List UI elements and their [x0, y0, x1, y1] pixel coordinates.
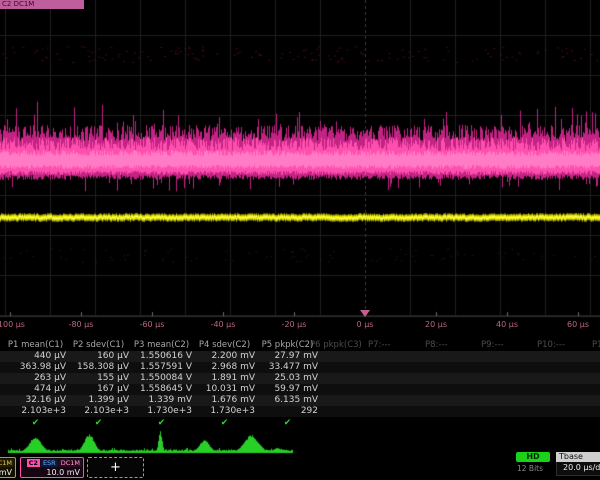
measurement-value: 155 µV: [68, 373, 129, 384]
measurement-value: 1.730e+3: [194, 406, 255, 417]
measurement-value: 6.135 mV: [257, 395, 318, 406]
measurement-value: 33.477 mV: [257, 362, 318, 373]
measurement-header-empty[interactable]: P10:---: [537, 340, 565, 351]
measurement-value: 1.676 mV: [194, 395, 255, 406]
c1-coupling-tag: DC1M: [0, 459, 14, 467]
measurement-value: 2.200 mV: [194, 351, 255, 362]
measurement-header-empty[interactable]: P11: [592, 340, 600, 351]
measurement-status-check: ✔: [194, 417, 255, 429]
c2-esr-tag: ESR: [41, 459, 58, 467]
measurement-value: 440 µV: [5, 351, 66, 362]
timebase-value: 20.0 µs/div: [556, 462, 600, 476]
measurement-status-check: ✔: [257, 417, 318, 429]
measurement-value: 2.103e+3: [68, 406, 129, 417]
measurement-value: 1.557591 V: [131, 362, 192, 373]
measurement-status-check: ✔: [68, 417, 129, 429]
measurement-value: 363.98 µV: [5, 362, 66, 373]
trace-annotation-badge[interactable]: C2 DC1M: [0, 0, 84, 9]
time-axis-label: -60 µs: [140, 320, 165, 329]
measurement-value: 1.550084 V: [131, 373, 192, 384]
measurement-header-empty[interactable]: P7:---: [368, 340, 391, 351]
measurement-header[interactable]: P3 mean(C2): [131, 340, 192, 351]
measurement-status-check: ✔: [5, 417, 66, 429]
channel-descriptor-c2[interactable]: C2 ESR DC1M 10.0 mV: [20, 457, 84, 478]
measurement-value: 25.03 mV: [257, 373, 318, 384]
measurement-status-check: ✔: [131, 417, 192, 429]
add-trace-button[interactable]: +: [87, 457, 144, 478]
time-axis-label: 60 µs: [567, 320, 589, 329]
timebase-descriptor[interactable]: Tbase 20.0 µs/div: [556, 452, 600, 476]
timebase-title: Tbase: [556, 452, 600, 462]
measurement-value: 1.730e+3: [131, 406, 192, 417]
c2-coupling-tag: DC1M: [59, 459, 82, 467]
measurement-header[interactable]: P2 sdev(C1): [68, 340, 129, 351]
time-axis-label: 20 µs: [425, 320, 447, 329]
measurement-value: 1.339 mV: [131, 395, 192, 406]
measurement-value: 160 µV: [68, 351, 129, 362]
time-axis-label: -80 µs: [69, 320, 94, 329]
channel-descriptor-c1[interactable]: DC1M 10.0 mV: [0, 457, 16, 478]
time-axis-label: 40 µs: [496, 320, 518, 329]
measurement-value: 292: [257, 406, 318, 417]
time-axis-label: -100 µs: [0, 320, 25, 329]
time-axis-label: -20 µs: [282, 320, 307, 329]
measurement-value: 474 µV: [5, 384, 66, 395]
hd-mode-badge[interactable]: HD: [516, 452, 550, 462]
measurement-value: 1.399 µV: [68, 395, 129, 406]
measurement-value: 27.97 mV: [257, 351, 318, 362]
measurement-header[interactable]: P5 pkpk(C2): [257, 340, 318, 351]
trigger-position-marker[interactable]: [360, 310, 370, 317]
c1-volts-per-div: 10.0 mV: [0, 467, 15, 478]
time-axis-label: -40 µs: [211, 320, 236, 329]
c2-channel-tag: C2: [27, 459, 40, 467]
c2-volts-per-div: 10.0 mV: [21, 467, 83, 478]
measurement-value: 32.16 µV: [5, 395, 66, 406]
hd-bits-label: 12 Bits: [517, 464, 543, 473]
measurement-value: 1.891 mV: [194, 373, 255, 384]
measurement-value: 2.103e+3: [5, 406, 66, 417]
measurement-value: 10.031 mV: [194, 384, 255, 395]
measurement-header-empty[interactable]: P6 pkpk(C3): [310, 340, 362, 351]
measurement-value: 263 µV: [5, 373, 66, 384]
measurement-value: 158.308 µV: [68, 362, 129, 373]
measurement-header-empty[interactable]: P8:---: [425, 340, 448, 351]
measurement-header[interactable]: P1 mean(C1): [5, 340, 66, 351]
measurement-value: 1.558645 V: [131, 384, 192, 395]
measurement-header-empty[interactable]: P9:---: [481, 340, 504, 351]
time-axis-label: 0 µs: [357, 320, 374, 329]
measurement-value: 59.97 mV: [257, 384, 318, 395]
oscilloscope-screen: C2 DC1M -100 µs -80 µs -60 µs -40 µs -20 µs 0…: [0, 0, 600, 480]
measurement-value: 167 µV: [68, 384, 129, 395]
measurement-value: 1.550616 V: [131, 351, 192, 362]
measurement-value: 2.968 mV: [194, 362, 255, 373]
measurement-header[interactable]: P4 sdev(C2): [194, 340, 255, 351]
